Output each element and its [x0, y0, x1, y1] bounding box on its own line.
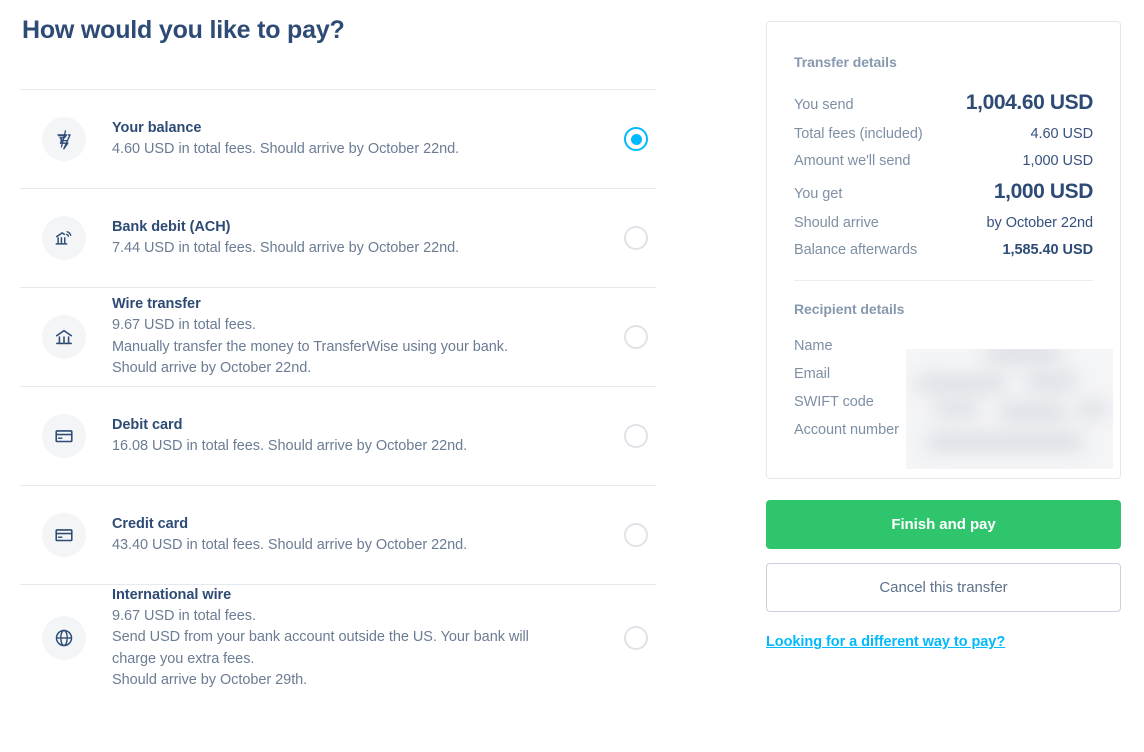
payment-method-desc-line: Manually transfer the money to TransferW… [112, 338, 508, 355]
summary-row-total-fees: Total fees (included) 4.60 USD [794, 126, 1093, 142]
summary-row-amount-well-send: Amount we'll send 1,000 USD [794, 153, 1093, 169]
payment-method-title: Debit card [112, 416, 183, 433]
payment-method-radio-wire-transfer[interactable] [624, 325, 648, 349]
payment-method-option-your-balance[interactable]: Your balance 4.60 USD in total fees. Sho… [20, 90, 656, 189]
payment-method-desc-line: 43.40 USD in total fees. Should arrive b… [112, 536, 468, 553]
payment-method-option-credit-card[interactable]: Credit card 43.40 USD in total fees. Sho… [20, 486, 656, 585]
summary-row-should-arrive: Should arrive by October 22nd [794, 215, 1093, 231]
transfer-summary-card: Transfer details You send 1,004.60 USD T… [766, 21, 1121, 479]
recipient-row-label: Account number [794, 422, 899, 438]
payment-method-title: Your balance [112, 119, 202, 136]
payment-method-radio-bank-debit-ach[interactable] [624, 226, 648, 250]
payment-method-option-international-wire[interactable]: International wire 9.67 USD in total fee… [20, 585, 656, 692]
payment-method-desc-line: 16.08 USD in total fees. Should arrive b… [112, 437, 468, 454]
recipient-row-label: SWIFT code [794, 394, 874, 410]
summary-row-you-send: You send 1,004.60 USD [794, 91, 1093, 115]
payment-method-text: Wire transfer 9.67 USD in total fees. Ma… [86, 294, 624, 379]
payment-method-title: International wire [112, 587, 232, 603]
recipient-row-swift-code: SWIFT code [794, 394, 1093, 410]
card-icon [42, 513, 86, 557]
page-title: How would you like to pay? [22, 16, 345, 44]
payment-method-option-wire-transfer[interactable]: Wire transfer 9.67 USD in total fees. Ma… [20, 288, 656, 387]
summary-row-value: 4.60 USD [1030, 126, 1094, 142]
summary-row-label: Total fees (included) [794, 126, 923, 142]
transfer-details-heading: Transfer details [794, 54, 897, 70]
summary-row-value: by October 22nd [986, 215, 1094, 231]
summary-row-label: Amount we'll send [794, 153, 911, 169]
payment-method-text: Credit card 43.40 USD in total fees. Sho… [86, 514, 624, 556]
recipient-row-label: Email [794, 366, 831, 382]
bank-signal-icon [42, 216, 86, 260]
summary-row-label: You send [794, 97, 854, 113]
card-icon [42, 414, 86, 458]
payment-method-desc-line: 4.60 USD in total fees. Should arrive by… [112, 140, 460, 157]
different-way-to-pay-link[interactable]: Looking for a different way to pay? [766, 634, 1005, 650]
recipient-row-name: Name [794, 338, 1093, 354]
payment-method-option-bank-debit-ach[interactable]: Bank debit (ACH) 7.44 USD in total fees.… [20, 189, 656, 288]
summary-row-value: 1,000 USD [993, 180, 1094, 203]
summary-row-label: Balance afterwards [794, 242, 918, 258]
recipient-row-label: Name [794, 338, 833, 354]
finish-and-pay-button[interactable]: Finish and pay [766, 500, 1121, 549]
payment-method-desc-line: 9.67 USD in total fees. [112, 608, 256, 625]
recipient-details-block: Name Email SWIFT code Account number [794, 338, 1113, 469]
summary-row-balance-afterwards: Balance afterwards 1,585.40 USD [794, 242, 1093, 258]
recipient-row-account-number: Account number [794, 422, 1093, 438]
transfer-details-rows: You send 1,004.60 USD Total fees (includ… [794, 91, 1093, 258]
payment-method-title: Credit card [112, 515, 188, 532]
payment-method-desc-line: 7.44 USD in total fees. Should arrive by… [112, 239, 460, 256]
payment-method-radio-debit-card[interactable] [624, 424, 648, 448]
payment-method-title: Bank debit (ACH) [112, 218, 231, 235]
payment-method-radio-credit-card[interactable] [624, 523, 648, 547]
bank-icon [42, 315, 86, 359]
payment-method-text: Debit card 16.08 USD in total fees. Shou… [86, 415, 624, 457]
payment-method-desc-line: Send USD from your bank account outside … [112, 629, 529, 646]
payment-method-list: Your balance 4.60 USD in total fees. Sho… [20, 89, 656, 692]
card-divider [794, 280, 1093, 281]
payment-method-desc-line: 9.67 USD in total fees. [112, 317, 256, 334]
summary-row-label: Should arrive [794, 215, 879, 231]
cancel-transfer-button[interactable]: Cancel this transfer [766, 563, 1121, 612]
payment-methods-column: How would you like to pay? Your balance … [20, 0, 656, 692]
payment-method-desc-line: Should arrive by October 22nd. [112, 360, 312, 377]
payment-method-radio-your-balance[interactable] [624, 127, 648, 151]
summary-row-you-get: You get 1,000 USD [794, 180, 1093, 204]
transferwise-logo-icon [42, 117, 86, 161]
payment-method-text: Your balance 4.60 USD in total fees. Sho… [86, 118, 624, 160]
globe-icon [42, 616, 86, 661]
recipient-details-heading: Recipient details [794, 301, 905, 317]
recipient-rows: Name Email SWIFT code Account number [794, 338, 1093, 438]
payment-method-page: How would you like to pay? Your balance … [0, 0, 1144, 752]
payment-method-option-debit-card[interactable]: Debit card 16.08 USD in total fees. Shou… [20, 387, 656, 486]
summary-row-value: 1,000 USD [1022, 153, 1094, 169]
payment-method-desc-line: Should arrive by October 29th. [112, 672, 308, 689]
payment-method-radio-international-wire[interactable] [624, 626, 648, 651]
payment-method-desc-line: charge you extra fees. [112, 650, 255, 667]
summary-row-value: 1,585.40 USD [1002, 242, 1094, 258]
payment-method-text: Bank debit (ACH) 7.44 USD in total fees.… [86, 217, 624, 259]
recipient-row-email: Email [794, 366, 1093, 382]
summary-row-value: 1,004.60 USD [965, 91, 1094, 114]
summary-row-label: You get [794, 186, 843, 202]
transfer-summary-column: Transfer details You send 1,004.60 USD T… [766, 21, 1121, 651]
payment-method-text: International wire 9.67 USD in total fee… [86, 585, 624, 692]
payment-method-title: Wire transfer [112, 296, 201, 313]
